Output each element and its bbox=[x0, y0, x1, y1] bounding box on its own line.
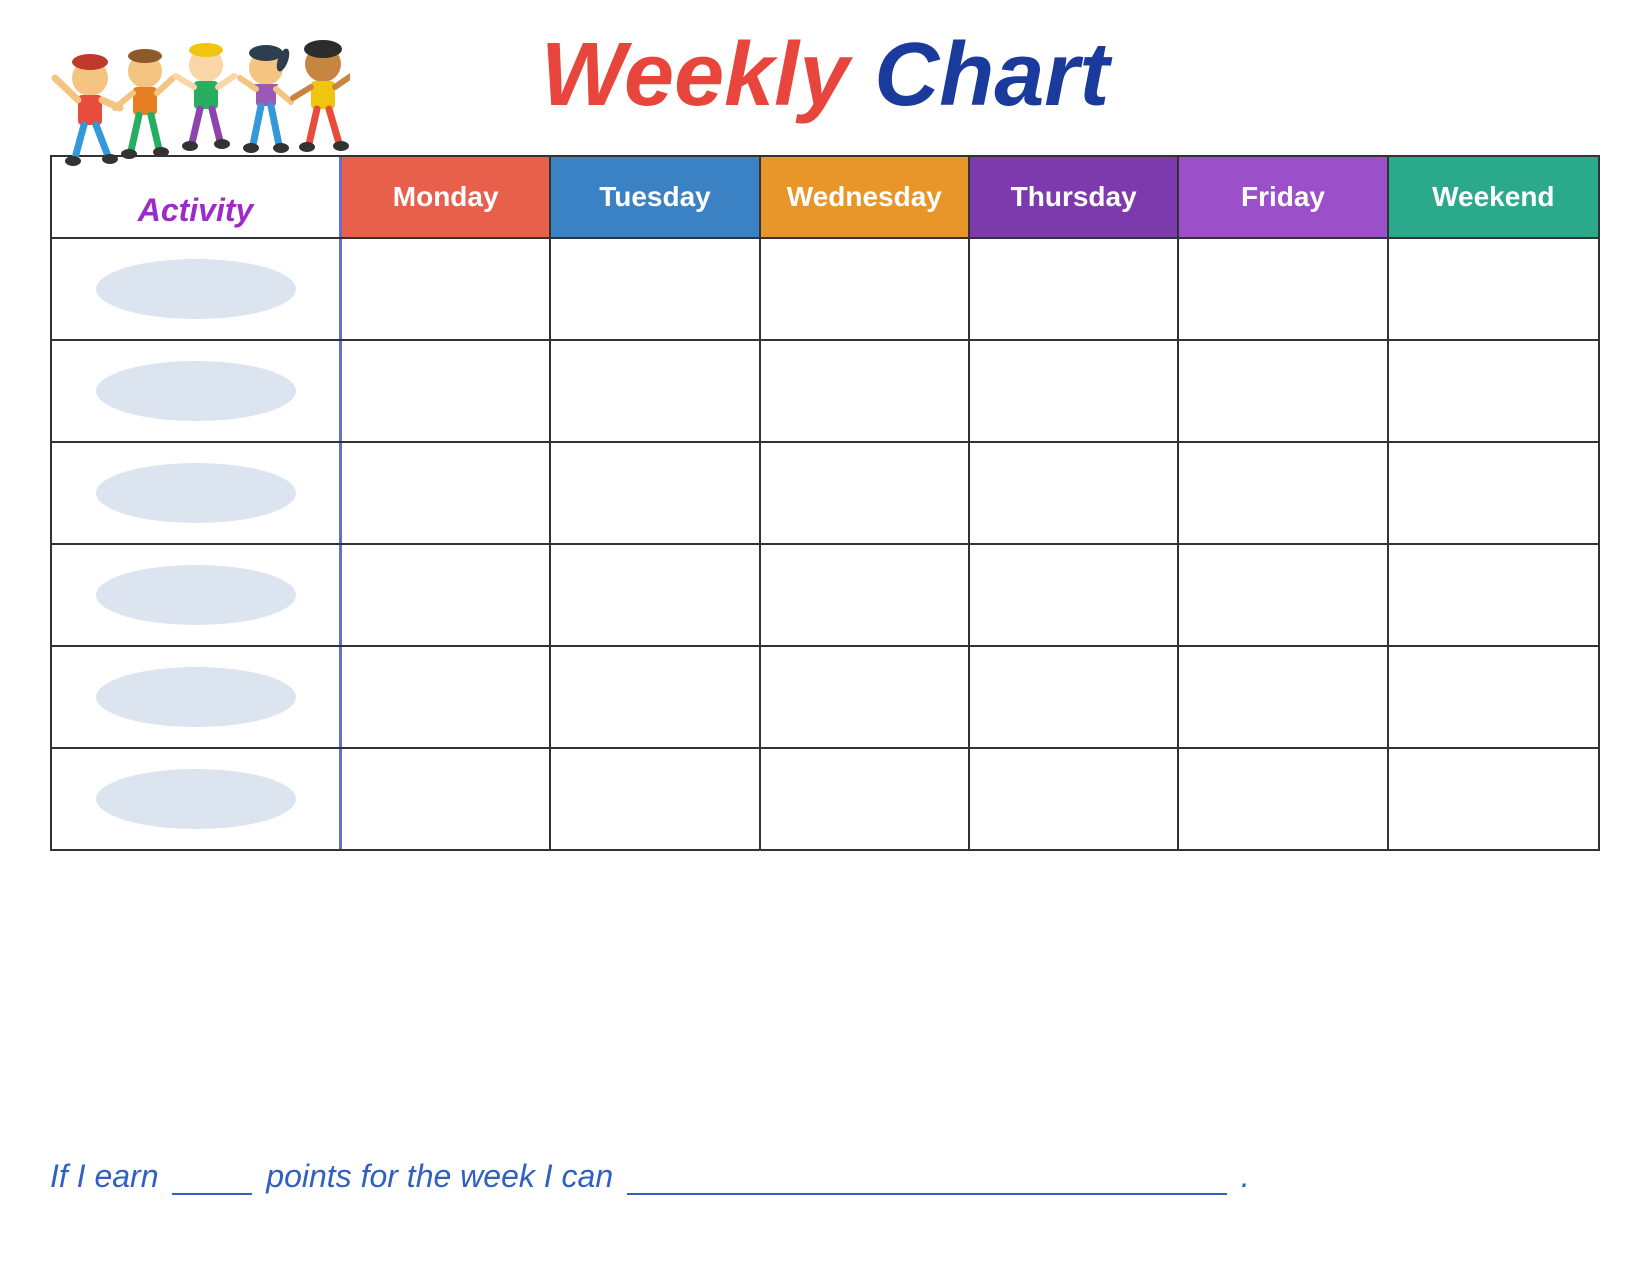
data-cell[interactable] bbox=[761, 239, 970, 339]
oval bbox=[96, 769, 296, 829]
activity-cell bbox=[52, 341, 342, 441]
table-row bbox=[52, 239, 1598, 341]
friday-header: Friday bbox=[1179, 157, 1388, 237]
activity-cell bbox=[52, 239, 342, 339]
data-cell[interactable] bbox=[551, 749, 760, 849]
data-cell[interactable] bbox=[551, 341, 760, 441]
wednesday-header: Wednesday bbox=[761, 157, 970, 237]
data-cell[interactable] bbox=[970, 545, 1179, 645]
table-row bbox=[52, 647, 1598, 749]
data-cell[interactable] bbox=[970, 443, 1179, 543]
data-cell[interactable] bbox=[1389, 647, 1598, 747]
reward-underline[interactable] bbox=[627, 1193, 1227, 1195]
data-cell[interactable] bbox=[1389, 545, 1598, 645]
tuesday-header: Tuesday bbox=[551, 157, 760, 237]
activity-cell bbox=[52, 545, 342, 645]
data-cell[interactable] bbox=[1389, 341, 1598, 441]
data-cell[interactable] bbox=[342, 443, 551, 543]
thursday-header: Thursday bbox=[970, 157, 1179, 237]
table-row bbox=[52, 545, 1598, 647]
data-cell[interactable] bbox=[551, 647, 760, 747]
footer-end: . bbox=[1241, 1158, 1250, 1194]
table-row bbox=[52, 749, 1598, 849]
oval bbox=[96, 361, 296, 421]
data-cell[interactable] bbox=[342, 239, 551, 339]
weekend-header: Weekend bbox=[1389, 157, 1598, 237]
data-cell[interactable] bbox=[970, 749, 1179, 849]
data-cell[interactable] bbox=[761, 341, 970, 441]
data-cell[interactable] bbox=[1389, 749, 1598, 849]
data-cell[interactable] bbox=[342, 647, 551, 747]
chart-body bbox=[52, 239, 1598, 849]
data-cell[interactable] bbox=[1179, 545, 1388, 645]
data-cell[interactable] bbox=[970, 341, 1179, 441]
weekly-chart: Activity Monday Tuesday Wednesday Thursd… bbox=[50, 155, 1600, 851]
data-cell[interactable] bbox=[761, 749, 970, 849]
data-cell[interactable] bbox=[761, 545, 970, 645]
table-row bbox=[52, 443, 1598, 545]
activity-cell bbox=[52, 749, 342, 849]
data-cell[interactable] bbox=[1179, 341, 1388, 441]
oval bbox=[96, 463, 296, 523]
data-cell[interactable] bbox=[1179, 749, 1388, 849]
monday-header: Monday bbox=[342, 157, 551, 237]
data-cell[interactable] bbox=[342, 341, 551, 441]
data-cell[interactable] bbox=[551, 545, 760, 645]
page: Weekly Chart Activity Monday Tuesday Wed… bbox=[0, 0, 1650, 1275]
data-cell[interactable] bbox=[1389, 239, 1598, 339]
footer-text: If I earn points for the week I can . bbox=[50, 1158, 1600, 1195]
data-cell[interactable] bbox=[1179, 239, 1388, 339]
kids-illustration bbox=[50, 28, 350, 228]
data-cell[interactable] bbox=[342, 545, 551, 645]
points-underline[interactable] bbox=[172, 1193, 252, 1195]
oval bbox=[96, 565, 296, 625]
activity-cell bbox=[52, 443, 342, 543]
data-cell[interactable] bbox=[970, 239, 1179, 339]
data-cell[interactable] bbox=[342, 749, 551, 849]
data-cell[interactable] bbox=[1389, 443, 1598, 543]
footer-part1: If I earn bbox=[50, 1158, 159, 1194]
footer-part2: points for the week I can bbox=[266, 1158, 613, 1194]
data-cell[interactable] bbox=[970, 647, 1179, 747]
data-cell[interactable] bbox=[551, 239, 760, 339]
data-cell[interactable] bbox=[551, 443, 760, 543]
data-cell[interactable] bbox=[761, 647, 970, 747]
title-chart: Chart bbox=[874, 25, 1109, 125]
title-weekly: Weekly bbox=[541, 25, 850, 125]
activity-cell bbox=[52, 647, 342, 747]
data-cell[interactable] bbox=[761, 443, 970, 543]
table-row bbox=[52, 341, 1598, 443]
data-cell[interactable] bbox=[1179, 647, 1388, 747]
data-cell[interactable] bbox=[1179, 443, 1388, 543]
oval bbox=[96, 667, 296, 727]
oval bbox=[96, 259, 296, 319]
